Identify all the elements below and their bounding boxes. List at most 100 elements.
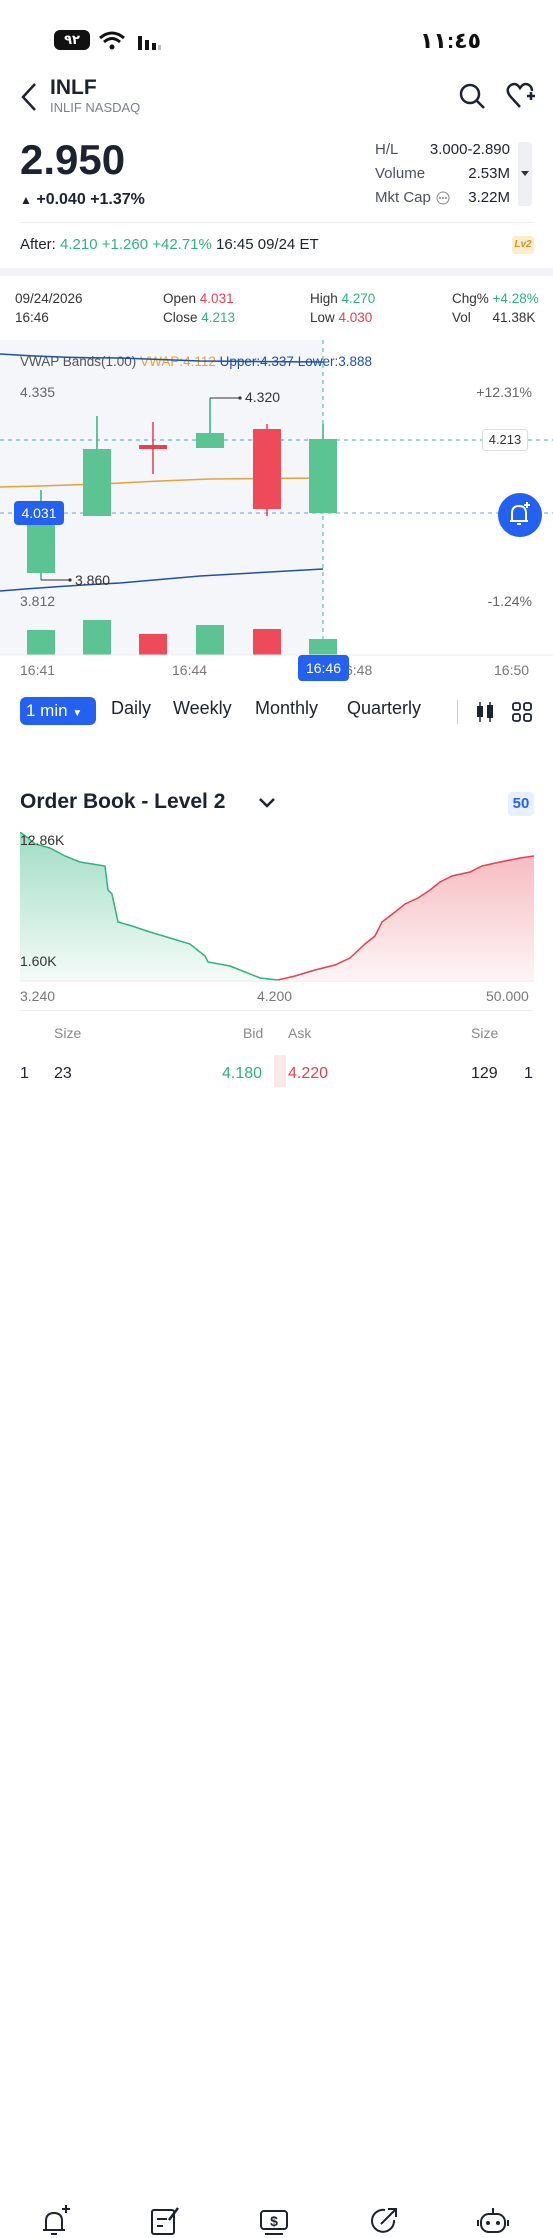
open-price-tag: 4.031 — [14, 501, 64, 525]
volume-bar — [27, 630, 55, 655]
search-icon[interactable] — [458, 82, 486, 110]
col-bid: Bid — [243, 1025, 264, 1041]
chevron-down-icon — [521, 171, 529, 176]
timeframe-monthly[interactable]: Monthly — [255, 698, 318, 719]
vol-row: Vol 41.38K — [452, 310, 535, 325]
after-change: +1.260 — [101, 236, 149, 253]
back-arrow-icon[interactable] — [18, 80, 42, 114]
alert-add-icon[interactable] — [38, 2204, 72, 2238]
wifi-icon — [99, 31, 125, 50]
depth-chart — [20, 832, 534, 982]
trade-icon[interactable]: $ — [257, 2204, 291, 2238]
x-label-1: 16:41 — [20, 662, 56, 678]
price-alert-button[interactable] — [498, 493, 542, 537]
depth-x-right: 50.000 — [486, 988, 529, 1004]
high-label: High — [310, 291, 338, 306]
high-marker-label: 4.320 — [245, 389, 281, 405]
ask-size: 129 — [471, 1065, 498, 1082]
col-ask-size: Size — [471, 1025, 499, 1041]
ask-price: 4.220 — [288, 1065, 329, 1082]
x-label-3: 6:48 — [345, 662, 373, 678]
depth-y-top: 12.86K — [20, 832, 65, 848]
timeframe-1min[interactable]: 1 min ▼ — [20, 697, 96, 725]
bid-level: 1 — [20, 1065, 29, 1082]
candlestick-type-icon[interactable] — [474, 700, 496, 724]
x-label-4: 16:50 — [494, 662, 530, 678]
depth-y-bottom: 1.60K — [20, 953, 57, 969]
share-icon[interactable] — [367, 2204, 401, 2238]
volume-value: 2.53M — [468, 165, 510, 182]
x-label-2: 16:44 — [172, 662, 208, 678]
svg-text:$: $ — [270, 2213, 278, 2229]
note-edit-icon[interactable] — [147, 2204, 181, 2238]
signal-icon — [138, 36, 161, 50]
low-marker-label: 3.860 — [75, 572, 111, 588]
exchange-label: INLIF NASDAQ — [50, 100, 141, 115]
close-label: Close — [163, 310, 198, 325]
close-value: 4.213 — [201, 310, 236, 325]
chg-row: Chg% +4.28% — [452, 291, 539, 306]
chg-value: +4.28% — [492, 291, 539, 306]
low-row: Low 4.030 — [310, 310, 372, 325]
vol-value: 41.38K — [492, 310, 536, 325]
battery-indicator: ٩٢ — [54, 30, 90, 50]
volume-label: Volume — [375, 165, 426, 182]
divider — [457, 700, 458, 724]
chevron-down-icon[interactable] — [258, 795, 276, 811]
close-row: Close 4.213 — [163, 310, 235, 325]
section-separator — [0, 268, 553, 276]
ask-size-bar — [274, 1055, 286, 1087]
y-label-bottom: 3.812 — [20, 593, 56, 609]
depth-x-left: 3.240 — [20, 988, 56, 1004]
col-bid-size: Size — [54, 1025, 82, 1041]
pct-label-top: +12.31% — [476, 384, 532, 400]
hl-label: H/L — [375, 141, 399, 158]
bid-price: 4.180 — [222, 1065, 263, 1082]
caret-down-icon: ▼ — [72, 708, 83, 719]
bottom-toolbar: $ — [0, 1100, 553, 2235]
high-row: High 4.270 — [310, 291, 375, 306]
mktcap-label: Mkt Cap — [375, 189, 431, 206]
lv2-badge[interactable]: Lv2 — [512, 236, 534, 254]
bot-icon[interactable] — [476, 2204, 510, 2238]
orderbook-title[interactable]: Order Book - Level 2 — [20, 790, 225, 814]
bar-date: 09/24/2026 — [15, 291, 83, 306]
volume-bar — [253, 629, 281, 655]
candle-2 — [83, 416, 111, 516]
open-value: 4.031 — [199, 291, 234, 306]
orderbook-row[interactable]: 1 23 4.180 4.220 129 1 — [0, 1055, 553, 1091]
candle-4 — [196, 398, 224, 448]
volume-bar — [83, 620, 111, 655]
divider — [20, 1010, 533, 1011]
mktcap-value: 3.22M — [468, 189, 510, 206]
hl-value: 3.000-2.890 — [429, 141, 510, 158]
depth-count-badge[interactable]: 50 — [508, 792, 534, 816]
timeframe-active-label: 1 min — [26, 701, 68, 720]
after-hours-row: After: 4.210 +1.260 +42.71% 16:45 09/24 … — [20, 236, 319, 253]
last-price: 2.950 — [20, 136, 126, 183]
clock: ١١:٤٥ — [420, 28, 482, 53]
expand-stats-toggle[interactable] — [518, 142, 532, 206]
timeframe-quarterly[interactable]: Quarterly — [347, 698, 421, 719]
after-change-pct: +42.71% — [152, 236, 212, 253]
cursor-time-tag: 16:46 — [298, 655, 349, 681]
high-value: 4.270 — [341, 291, 376, 306]
more-info-icon[interactable] — [436, 191, 450, 205]
candle-6 — [309, 424, 337, 513]
price-change: ▲ +0.040 +1.37% — [20, 191, 145, 209]
chg-label: Chg% — [452, 291, 489, 306]
timeframe-weekly[interactable]: Weekly — [173, 698, 232, 719]
bid-size: 23 — [54, 1065, 72, 1082]
depth-x-mid: 4.200 — [257, 988, 293, 1004]
watchlist-heart-icon[interactable] — [506, 82, 536, 110]
bell-plus-icon — [510, 502, 530, 525]
vwap-upper-band — [0, 353, 324, 363]
divider — [20, 222, 533, 223]
grid-layout-icon[interactable] — [511, 701, 533, 723]
timeframe-daily[interactable]: Daily — [111, 698, 151, 719]
volume-bar — [196, 625, 224, 655]
low-value: 4.030 — [338, 310, 373, 325]
volume-bar — [309, 639, 337, 655]
after-price: 4.210 — [60, 236, 98, 253]
low-label: Low — [310, 310, 335, 325]
